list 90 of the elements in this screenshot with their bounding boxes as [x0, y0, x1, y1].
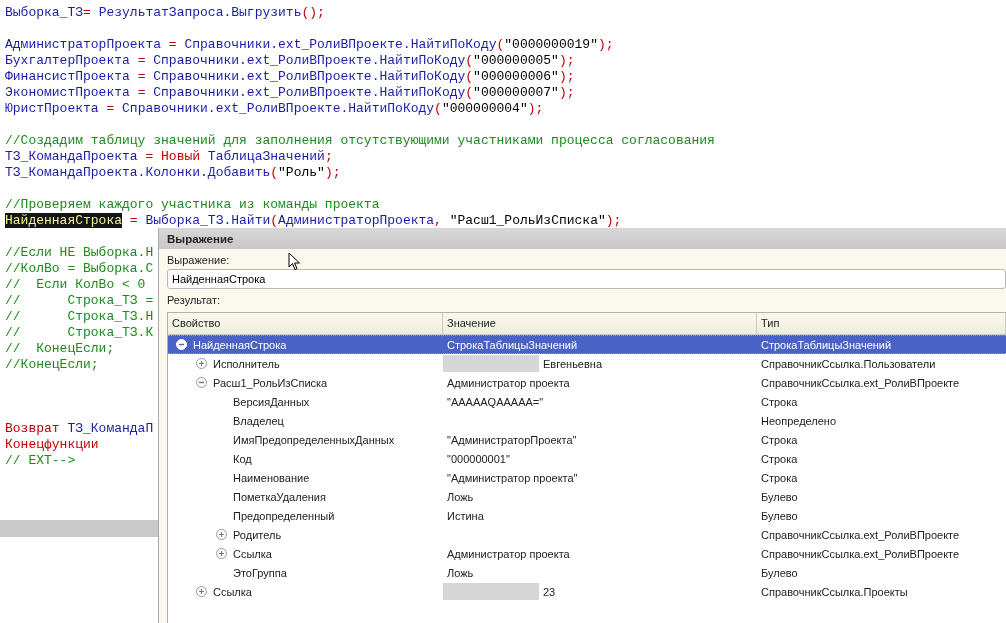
code-line: //Если НЕ Выборка.Н — [5, 245, 154, 261]
property-type: Булево — [761, 490, 798, 503]
table-row[interactable]: Наименование "Администратор проекта" Строка — [168, 468, 1006, 487]
property-type: Булево — [761, 566, 798, 579]
property-name: ПометкаУдаления — [233, 490, 326, 503]
property-type: Строка — [761, 433, 798, 446]
property-name: Исполнитель — [213, 357, 280, 370]
property-value: СтрокаТаблицыЗначений — [447, 338, 578, 351]
table-row[interactable]: Расш1_РольИзСписка Администратор проекта СправочникСсылка.ext_РолиВПроекте — [168, 373, 1006, 392]
property-name: Ссылка — [233, 547, 272, 560]
property-value: 23 — [543, 585, 556, 598]
property-type: СправочникСсылка.Пользователи — [761, 357, 936, 370]
property-value: "AAAAAQAAAAA=" — [447, 395, 544, 408]
code-line: // Если КолВо < 0 — [5, 277, 146, 293]
scrollbar[interactable] — [0, 520, 158, 537]
expand-icon[interactable] — [196, 358, 207, 369]
code-line: //Создадим таблицу значений для заполнения отсутствующими участниками процесса согласования — [5, 133, 715, 149]
table-row[interactable]: Ссылка Администратор проекта СправочникСсылка.ext_РолиВПроекте — [168, 544, 1006, 563]
mouse-cursor-icon — [288, 252, 301, 271]
property-type: Строка — [761, 471, 798, 484]
property-name: Владелец — [233, 414, 284, 427]
expand-icon[interactable] — [216, 548, 227, 559]
code-line: // Строка_ТЗ.К — [5, 325, 154, 341]
property-value: "Администратор проекта" — [447, 471, 578, 484]
expand-icon[interactable] — [196, 586, 207, 597]
expression-field[interactable]: НайденнаяСтрока — [167, 269, 1006, 289]
property-type: Неопределено — [761, 414, 837, 427]
property-type: Булево — [761, 509, 798, 522]
code-line: ЭкономистПроекта = Справочники.ext_РолиВПроекте.НайтиПоКоду("000000007"); — [5, 85, 575, 101]
table-row[interactable]: Предопределенный Истина Булево — [168, 506, 1006, 525]
property-type: СправочникСсылка.ext_РолиВПроекте — [761, 528, 960, 541]
property-name: ВерсияДанных — [233, 395, 310, 408]
column-header[interactable]: Значение — [443, 313, 757, 334]
property-type: СправочникСсылка.Проекты — [761, 585, 908, 598]
code-line: БухгалтерПроекта = Справочники.ext_РолиВПроекте.НайтиПоКоду("000000005"); — [5, 53, 575, 69]
property-name: Код — [233, 452, 252, 465]
table-row[interactable]: Ссылка 23 СправочникСсылка.Проекты — [168, 582, 1006, 601]
table-row[interactable]: ЭтоГруппа Ложь Булево — [168, 563, 1006, 582]
property-type: СтрокаТаблицыЗначений — [761, 338, 892, 351]
property-name: НайденнаяСтрока — [193, 338, 287, 351]
table-row[interactable]: Родитель СправочникСсылка.ext_РолиВПроекте — [168, 525, 1006, 544]
collapse-icon[interactable] — [196, 377, 207, 388]
property-value: Администратор проекта — [447, 376, 570, 389]
code-line: //Проверяем каждого участника из команды проекта — [5, 197, 380, 213]
property-value: Ложь — [447, 566, 474, 579]
property-name: Наименование — [233, 471, 310, 484]
property-name: ИмяПредопределенныхДанных — [233, 433, 395, 446]
property-name: Предопределенный — [233, 509, 335, 522]
expression-label: Выражение: — [167, 253, 230, 268]
code-line: //КонецЕсли; — [5, 357, 99, 373]
code-line: ТЗ_КомандаПроекта = Новый ТаблицаЗначений; — [5, 149, 333, 165]
property-value: "000000001" — [447, 452, 510, 465]
code-line: Конецфункции — [5, 437, 99, 453]
property-value: Истина — [447, 509, 484, 522]
code-line: ТЗ_КомандаПроекта.Колонки.Добавить("Роль"); — [5, 165, 341, 181]
column-header[interactable]: Свойство — [168, 313, 443, 334]
property-name: Расш1_РольИзСписка — [213, 376, 328, 389]
property-type: СправочникСсылка.ext_РолиВПроекте — [761, 547, 960, 560]
table-row[interactable]: ИмяПредопределенныхДанных "АдминистраторПроекта" Строка — [168, 430, 1006, 449]
code-line: // EXT--> — [5, 453, 76, 469]
expand-icon[interactable] — [216, 529, 227, 540]
code-line: АдминистраторПроекта = Справочники.ext_РолиВПроекте.НайтиПоКоду("0000000019"); — [5, 37, 614, 53]
property-type: Строка — [761, 452, 798, 465]
code-line: НайденнаяСтрока = Выборка_ТЗ.Найти(АдминистраторПроекта, "Расш1_РольИзСписка"); — [5, 213, 622, 229]
property-value: Ложь — [447, 490, 474, 503]
code-line: // КонецЕсли; — [5, 341, 115, 357]
code-line: ЮристПроекта = Справочники.ext_РолиВПроекте.НайтиПоКоду("000000004"); — [5, 101, 544, 117]
table-row[interactable]: ПометкаУдаления Ложь Булево — [168, 487, 1006, 506]
code-line: // Строка_ТЗ.Н — [5, 309, 154, 325]
code-line: Возврат ТЗ_КомандаП — [5, 421, 154, 437]
code-line: ФинансистПроекта = Справочники.ext_РолиВПроекте.НайтиПоКоду("000000006"); — [5, 69, 575, 85]
property-name: Ссылка — [213, 585, 252, 598]
property-value: "АдминистраторПроекта" — [447, 433, 577, 446]
property-name: ЭтоГруппа — [233, 566, 287, 579]
property-value: Администратор проекта — [447, 547, 570, 560]
code-line: // Строка_ТЗ = — [5, 293, 154, 309]
code-line: Выборка_ТЗ= РезультатЗапроса.Выгрузить(); — [5, 5, 325, 21]
table-row[interactable]: ВерсияДанных "AAAAAQAAAAA=" Строка — [168, 392, 1006, 411]
window-title: Выражение — [159, 228, 1006, 249]
code-line: //КолВо = Выборка.С — [5, 261, 154, 277]
table-row[interactable]: Исполнитель Евгеньевна СправочникСсылка.Пользователи — [168, 354, 1006, 373]
property-type: СправочникСсылка.ext_РолиВПроекте — [761, 376, 960, 389]
table-row[interactable]: НайденнаяСтрока СтрокаТаблицыЗначений СтрокаТаблицыЗначений — [168, 335, 1006, 354]
property-name: Родитель — [233, 528, 282, 541]
result-label: Результат: — [167, 293, 221, 308]
column-header[interactable]: Тип — [757, 313, 1006, 334]
table-row[interactable]: Владелец Неопределено — [168, 411, 1006, 430]
property-value: Евгеньевна — [543, 357, 603, 370]
table-row[interactable]: Код "000000001" Строка — [168, 449, 1006, 468]
property-type: Строка — [761, 395, 798, 408]
